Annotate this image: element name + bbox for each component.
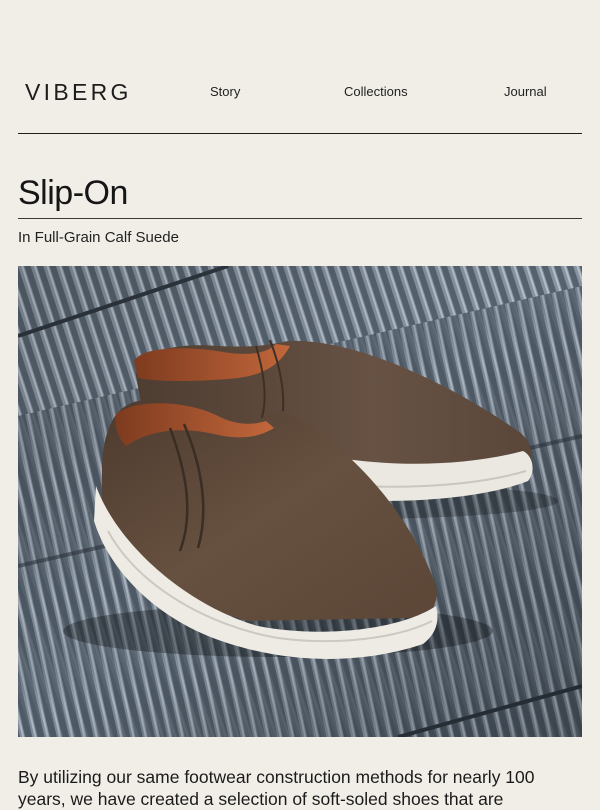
nav-story-link[interactable]: Story xyxy=(210,84,240,99)
nav-collections-link[interactable]: Collections xyxy=(344,84,408,99)
brand-logo[interactable]: VIBERG xyxy=(25,79,132,106)
product-description: By utilizing our same footwear construct… xyxy=(18,767,535,809)
title-divider xyxy=(18,218,582,219)
site-header: VIBERG Story Collections Journal xyxy=(18,60,582,134)
product-title: Slip-On xyxy=(18,174,128,212)
nav-journal-link[interactable]: Journal xyxy=(504,84,547,99)
product-image[interactable] xyxy=(18,266,582,737)
product-subtitle: In Full-Grain Calf Suede xyxy=(18,229,179,246)
